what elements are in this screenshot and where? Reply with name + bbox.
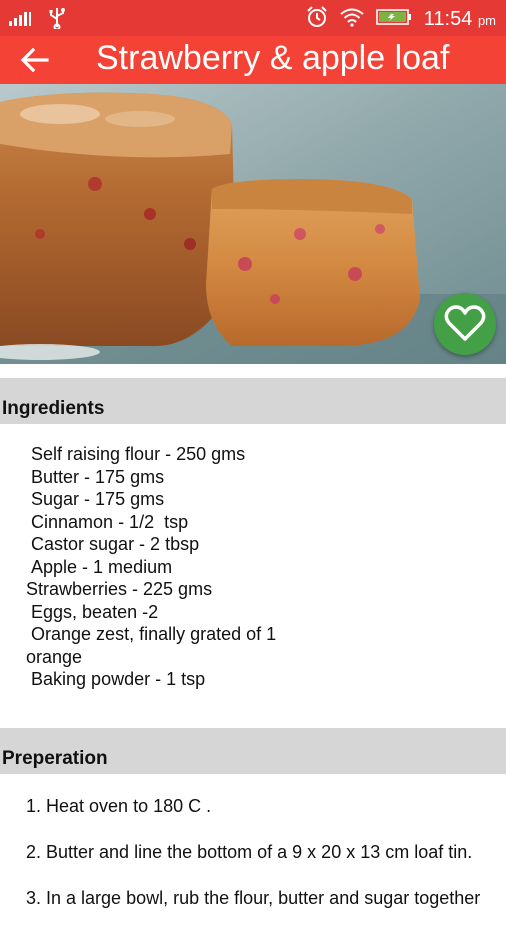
list-item: Self raising flour - 250 gms bbox=[26, 444, 246, 464]
list-item: Castor sugar - 2 tbsp bbox=[26, 534, 200, 554]
list-item: Strawberries - 225 gms bbox=[26, 579, 213, 599]
ingredients-list: Self raising flour - 250 gms Butter - 17… bbox=[26, 443, 326, 691]
arrow-left-icon bbox=[20, 47, 49, 73]
list-item: Orange zest, finally grated of 1 orange bbox=[26, 624, 277, 667]
list-item: Butter - 175 gms bbox=[26, 466, 165, 487]
status-bar: 11:54 pm bbox=[0, 0, 506, 36]
ingredients-header: Ingredients bbox=[0, 378, 506, 424]
list-item: Sugar - 175 gms bbox=[26, 489, 165, 509]
preparation-heading: Preperation bbox=[2, 748, 108, 769]
step-item: 2. Butter and line the bottom of a 9 x 2… bbox=[26, 842, 473, 862]
signal-icon bbox=[8, 8, 34, 33]
clock: 11:54 pm bbox=[424, 8, 496, 31]
list-item: Apple - 1 medium bbox=[26, 556, 173, 577]
status-right: 11:54 pm bbox=[306, 6, 496, 33]
page-title: Strawberry & apple loaf bbox=[96, 39, 450, 77]
alarm-icon bbox=[306, 6, 328, 33]
preparation-header: Preperation bbox=[0, 728, 506, 774]
status-left bbox=[8, 7, 66, 34]
step-item: 1. Heat oven to 180 C . bbox=[26, 796, 212, 816]
list-item: Cinnamon - 1/2 tsp bbox=[26, 511, 189, 532]
usb-icon bbox=[48, 7, 66, 34]
clock-time: 11:54 bbox=[423, 8, 473, 30]
wifi-icon bbox=[340, 7, 364, 32]
app-bar: Strawberry & apple loaf bbox=[0, 36, 506, 84]
clock-ampm: pm bbox=[477, 13, 496, 28]
recipe-image bbox=[0, 84, 506, 364]
list-item: Baking powder - 1 tsp bbox=[26, 669, 206, 689]
favorite-button[interactable] bbox=[434, 293, 496, 355]
step-item: 3. In a large bowl, rub the flour, butte… bbox=[26, 888, 481, 908]
ingredients-heading: Ingredients bbox=[2, 398, 105, 419]
back-button[interactable] bbox=[20, 46, 50, 74]
heart-icon bbox=[444, 305, 486, 341]
preparation-steps: 1. Heat oven to 180 C . 2. Butter and li… bbox=[26, 795, 506, 933]
list-item: Eggs, beaten -2 bbox=[26, 601, 159, 622]
battery-icon bbox=[375, 8, 412, 31]
